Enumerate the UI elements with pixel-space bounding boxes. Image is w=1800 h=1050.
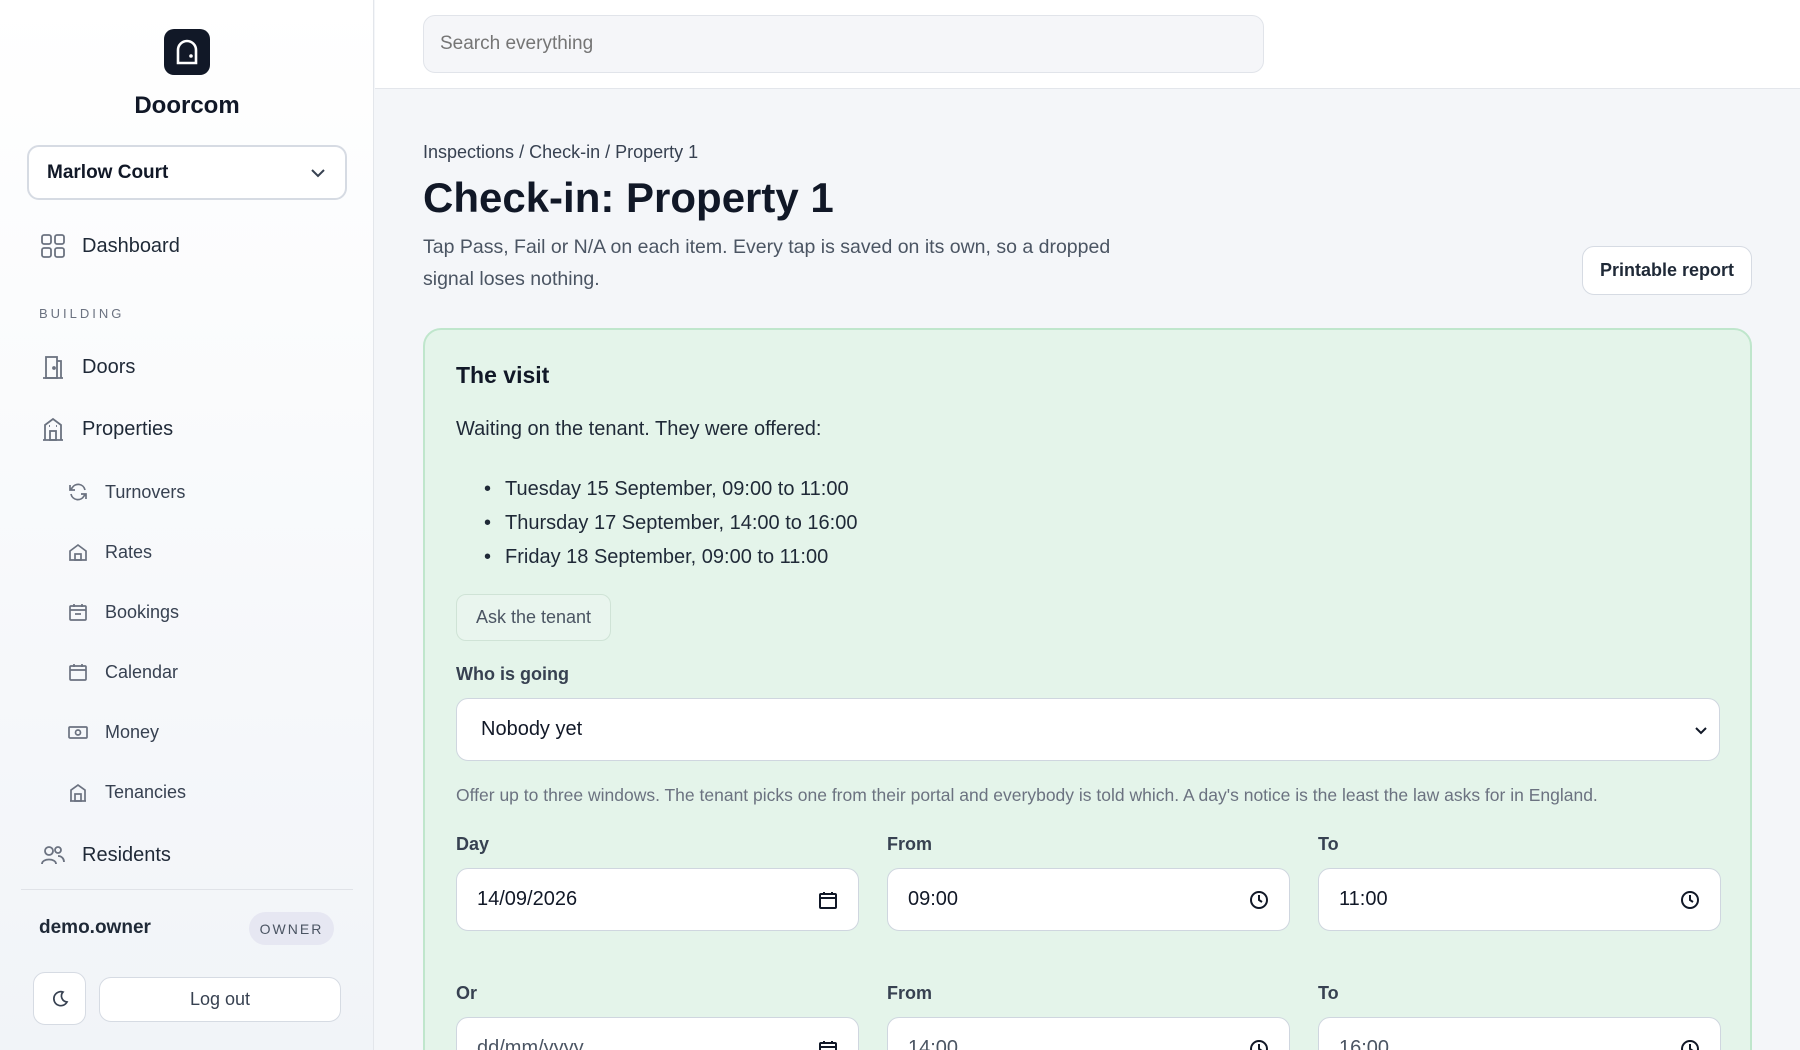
from-label: From: [887, 983, 932, 1003]
clock-icon: [1681, 890, 1699, 909]
breadcrumb-separator: /: [600, 142, 616, 162]
users-icon: [41, 846, 65, 865]
calendar-icon: [69, 664, 87, 681]
list-item: Thursday 17 September, 14:00 to 16:00: [484, 506, 857, 540]
nav-calendar-label: Calendar: [105, 661, 179, 682]
clock-icon: [1250, 1039, 1268, 1050]
list-item: Tuesday 15 September, 09:00 to 11:00: [484, 472, 857, 506]
windows-hint: Offer up to three windows. The tenant pi…: [456, 785, 1598, 805]
nav-tenancies-label: Tenancies: [105, 781, 187, 802]
section-label-building: BUILDING: [39, 306, 125, 321]
nav-doors-label: Doors: [82, 355, 136, 378]
moon-icon: [52, 990, 68, 1006]
doorcom-logo-icon: [164, 29, 210, 75]
brand-name: Doorcom: [134, 92, 240, 119]
breadcrumb-inspections[interactable]: Inspections: [423, 142, 514, 162]
visit-card: The visit Waiting on the tenant. They we…: [423, 328, 1752, 1050]
to-label: To: [1318, 834, 1339, 854]
search-input[interactable]: [423, 15, 1264, 73]
visit-card-title: The visit: [456, 362, 550, 388]
property-selector-value: Marlow Court: [47, 161, 169, 183]
clock-icon: [1250, 890, 1268, 909]
printable-report-button[interactable]: Printable report: [1582, 246, 1752, 295]
building-icon: [43, 417, 63, 441]
list-item: Friday 18 September, 09:00 to 11:00: [484, 540, 857, 574]
or-day-date-value: dd/mm/yyyy: [477, 1037, 584, 1050]
breadcrumb: Inspections / Check-in / Property 1: [423, 142, 698, 163]
who-is-going-value: Nobody yet: [481, 718, 583, 740]
or-day-date-input[interactable]: dd/mm/yyyy: [456, 1017, 859, 1050]
nav-properties[interactable]: Properties: [40, 416, 173, 442]
from-label: From: [887, 834, 932, 854]
nav-dashboard-label: Dashboard: [82, 234, 180, 257]
sidebar: Doorcom Marlow Court Dashboard BUILDING …: [0, 0, 374, 1050]
refresh-icon: [69, 483, 87, 501]
calendar-icon: [819, 1040, 837, 1050]
nav-dashboard[interactable]: Dashboard: [40, 233, 180, 259]
to-label: To: [1318, 983, 1339, 1003]
nav-doors[interactable]: Doors: [40, 354, 135, 380]
offered-windows-list: Tuesday 15 September, 09:00 to 11:00 Thu…: [484, 472, 857, 574]
to-time-input[interactable]: 11:00: [1318, 868, 1721, 931]
chevron-down-icon: [311, 168, 325, 177]
banknote-icon: [68, 726, 88, 739]
calendar-icon: [819, 891, 837, 909]
theme-toggle-button[interactable]: [33, 972, 86, 1025]
home-icon: [69, 543, 87, 561]
nav-rates[interactable]: Rates: [67, 541, 152, 563]
who-is-going-label: Who is going: [456, 664, 569, 684]
ask-tenant-button[interactable]: Ask the tenant: [456, 594, 611, 641]
nav-turnovers[interactable]: Turnovers: [67, 481, 185, 503]
nav-rates-label: Rates: [105, 541, 153, 562]
clock-icon: [1681, 1039, 1699, 1050]
waiting-message: Waiting on the tenant. They were offered…: [456, 418, 822, 440]
nav-bookings-label: Bookings: [105, 601, 180, 622]
grid-icon: [41, 234, 65, 258]
page-title: Check-in: Property 1: [423, 174, 834, 221]
nav-calendar[interactable]: Calendar: [67, 661, 178, 683]
nav-residents[interactable]: Residents: [40, 842, 171, 868]
day-label: Day: [456, 834, 490, 854]
nav-properties-label: Properties: [82, 417, 174, 440]
door-icon: [43, 356, 63, 379]
or-to-time-value: 16:00: [1339, 1037, 1390, 1050]
calendar-check-icon: [69, 604, 87, 621]
day-date-input[interactable]: 14/09/2026: [456, 868, 859, 931]
nav-bookings[interactable]: Bookings: [67, 601, 179, 623]
or-day-label: Or: [456, 983, 478, 1003]
or-from-time-input[interactable]: 14:00: [887, 1017, 1290, 1050]
sidebar-divider: [21, 889, 353, 890]
logout-button[interactable]: Log out: [99, 977, 341, 1022]
breadcrumb-separator: /: [514, 142, 530, 162]
from-time-value: 09:00: [908, 888, 959, 910]
user-name: demo.owner: [39, 917, 151, 938]
chevron-down-icon: [1695, 726, 1707, 734]
to-time-value: 11:00: [1339, 888, 1388, 910]
who-is-going-select[interactable]: Nobody yet: [456, 698, 1720, 761]
top-bar: [375, 0, 1800, 89]
page-description: Tap Pass, Fail or N/A on each item. Ever…: [423, 236, 1111, 290]
day-date-value: 14/09/2026: [477, 888, 578, 910]
from-time-input[interactable]: 09:00: [887, 868, 1290, 931]
house-icon: [70, 783, 86, 802]
nav-money[interactable]: Money: [67, 721, 159, 743]
role-badge: OWNER: [249, 912, 334, 945]
nav-money-label: Money: [105, 721, 160, 742]
nav-tenancies[interactable]: Tenancies: [67, 781, 186, 803]
nav-turnovers-label: Turnovers: [105, 481, 186, 502]
or-to-time-input[interactable]: 16:00: [1318, 1017, 1721, 1050]
nav-residents-label: Residents: [82, 843, 171, 866]
breadcrumb-check-in[interactable]: Check-in: [529, 142, 600, 162]
breadcrumb-property: Property 1: [615, 142, 699, 162]
or-from-time-value: 14:00: [908, 1037, 959, 1050]
property-selector[interactable]: Marlow Court: [27, 145, 347, 200]
